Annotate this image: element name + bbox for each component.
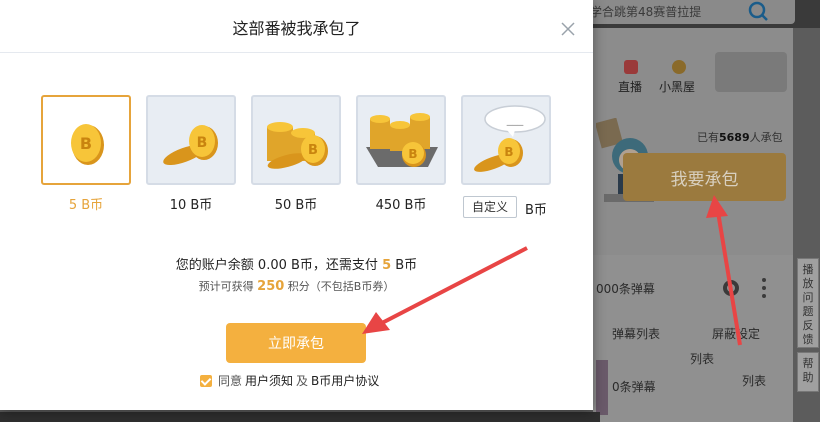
search-icon[interactable] bbox=[740, 0, 780, 24]
want-sponsor-button[interactable]: 我要承包 bbox=[623, 153, 786, 201]
anime-banner[interactable] bbox=[715, 52, 787, 92]
amount-option-50[interactable]: B bbox=[251, 95, 341, 185]
two-coins-icon: B bbox=[163, 125, 218, 165]
danmaku-count: 000条弹幕 bbox=[596, 282, 655, 296]
sponsor-dialog: 这部番被我承包了 B 5 B币 B 10 B币 B 50 B币 B 450 B币… bbox=[0, 0, 593, 410]
list-label-1: 列表 bbox=[690, 352, 715, 366]
amount-label-10: 10 B币 bbox=[169, 198, 213, 213]
svg-text:B: B bbox=[80, 134, 92, 153]
video-thumbnail[interactable] bbox=[596, 360, 608, 415]
custom-amount-input[interactable]: 自定义 bbox=[463, 196, 517, 218]
points-line: 预计可获得 250 积分（不包括B币券） bbox=[198, 279, 395, 294]
search-text: 学合跳第48赛普拉提 bbox=[590, 5, 702, 19]
nav-live[interactable]: 直播 bbox=[618, 78, 642, 95]
list-label-2: 列表 bbox=[742, 374, 767, 388]
custom-unit-label: B币 bbox=[525, 203, 547, 218]
amount-label-450: 450 B币 bbox=[375, 198, 427, 213]
amount-label-50: 50 B币 bbox=[274, 198, 318, 213]
bubble-text: ___ bbox=[506, 113, 524, 126]
user-notice-link[interactable]: 用户须知 bbox=[245, 372, 293, 389]
confirm-sponsor-button[interactable]: 立即承包 bbox=[226, 323, 366, 363]
live-icon bbox=[624, 60, 638, 74]
help-button[interactable]: 帮助 bbox=[797, 352, 819, 392]
danmaku-list-tab[interactable]: 弹幕列表 bbox=[612, 325, 660, 342]
close-icon[interactable] bbox=[559, 20, 577, 38]
supporter-count: 已有5689人承包 bbox=[697, 131, 783, 144]
svg-text:B: B bbox=[504, 145, 513, 159]
amount-option-450[interactable]: B bbox=[356, 95, 446, 185]
gear-icon[interactable] bbox=[720, 277, 742, 299]
svg-text:B: B bbox=[408, 147, 417, 161]
bottom-strip bbox=[0, 412, 600, 422]
more-icon[interactable] bbox=[760, 277, 768, 299]
amount-option-10[interactable]: B bbox=[146, 95, 236, 185]
amount-option-5[interactable]: B bbox=[41, 95, 131, 185]
balance-line: 您的账户余额 0.00 B币，还需支付 5 B币 bbox=[175, 258, 418, 273]
agreement-row: 同意 用户须知 及 B币用户协议 bbox=[200, 372, 382, 389]
coin-stack-icon: B bbox=[267, 122, 328, 169]
speech-bubble-coin-icon: ___ B bbox=[474, 105, 546, 172]
pay-amount: 5 bbox=[382, 258, 392, 273]
block-settings-tab[interactable]: 屏蔽设定 bbox=[712, 325, 760, 342]
dialog-title: 这部番被我承包了 bbox=[232, 19, 361, 38]
agree-checkbox[interactable] bbox=[200, 374, 212, 387]
amount-option-custom[interactable]: ___ B bbox=[461, 95, 551, 185]
nav-blackroom[interactable]: 小黑屋 bbox=[659, 78, 695, 95]
feedback-button[interactable]: 播放问题反馈 bbox=[797, 258, 819, 348]
title-divider bbox=[0, 52, 593, 53]
coin-pile-icon: B bbox=[366, 113, 438, 167]
amount-label-5: 5 B币 bbox=[68, 198, 104, 213]
blackroom-icon bbox=[672, 60, 686, 74]
danmaku-count-2: 0条弹幕 bbox=[612, 380, 656, 394]
bcoin-agreement-link[interactable]: B币用户协议 bbox=[311, 372, 379, 389]
points-value: 250 bbox=[257, 279, 285, 294]
svg-text:B: B bbox=[197, 135, 208, 151]
svg-text:B: B bbox=[308, 143, 318, 158]
single-coin-icon: B bbox=[71, 124, 104, 165]
